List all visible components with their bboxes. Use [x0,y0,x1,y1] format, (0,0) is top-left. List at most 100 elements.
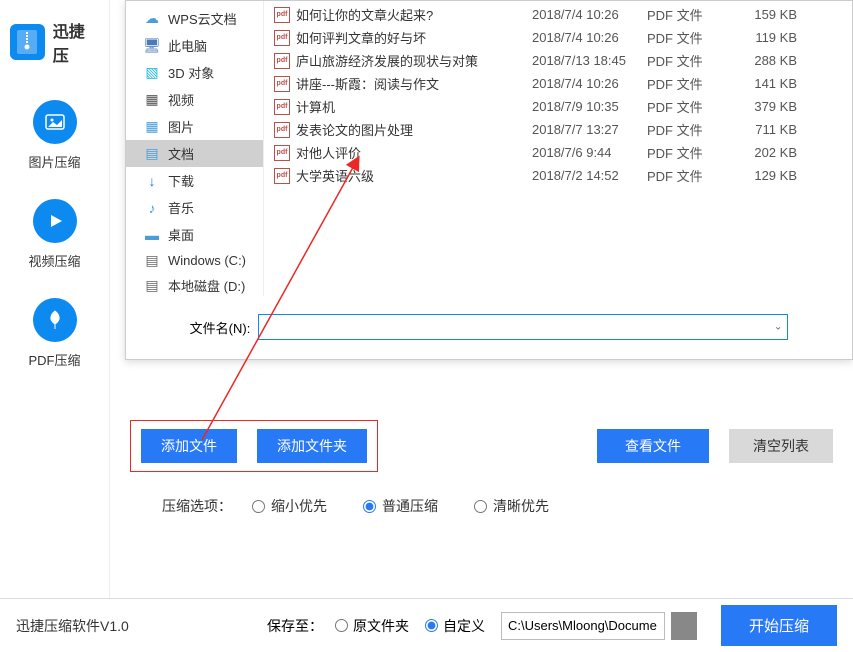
file-row[interactable]: pdf 如何让你的文章火起来?2018/7/4 10:26PDF 文件159 KB [264,3,852,26]
file-size: 129 KB [737,168,797,183]
version-text: 迅捷压缩软件V1.0 [16,616,129,636]
pdf-file-icon: pdf [274,7,290,23]
file-name: 如何让你的文章火起来? [296,5,532,24]
pdf-file-icon: pdf [274,122,290,138]
bottom-bar: 迅捷压缩软件V1.0 保存至： 原文件夹 自定义 开始压缩 [0,598,853,652]
pdf-file-icon: pdf [274,145,290,161]
file-date: 2018/7/4 10:26 [532,30,647,45]
file-size: 141 KB [737,76,797,91]
tree-label: 下载 [168,171,194,190]
file-type: PDF 文件 [647,51,737,70]
folder-icon: ▧ [144,65,160,81]
app-logo: 迅捷压 [0,10,109,86]
file-list[interactable]: pdf如何让你的文章火起来?2018/7/4 10:26PDF 文件159 KB… [264,1,852,296]
file-date: 2018/7/6 9:44 [532,145,647,160]
tree-item[interactable]: ▤Windows (C:) [126,248,263,272]
pdf-file-icon: pdf [274,99,290,115]
pdf-icon [33,298,77,342]
file-size: 288 KB [737,53,797,68]
sidebar-item-video-compress[interactable]: 视频压缩 [0,185,109,284]
file-name: 大学英语六级 [296,166,532,185]
file-size: 711 KB [737,122,797,137]
pdf-file-icon: pdf [274,30,290,46]
folder-icon: ▤ [144,278,160,294]
file-size: 379 KB [737,99,797,114]
file-type: PDF 文件 [647,97,737,116]
tree-item[interactable]: ▦ 视频 [126,86,263,113]
file-row[interactable]: pdf如何评判文章的好与坏2018/7/4 10:26PDF 文件119 KB [264,26,852,49]
logo-icon [10,24,45,60]
browse-folder-icon[interactable] [671,612,697,640]
file-type: PDF 文件 [647,74,737,93]
file-row[interactable]: pdf 发表论文的图片处理2018/7/7 13:27PDF 文件711 KB [264,118,852,141]
tree-item[interactable]: ↓下载 [126,167,263,194]
sidebar: 迅捷压 图片压缩 视频压缩 PDF压缩 [0,0,110,600]
tree-item[interactable]: ▬桌面 [126,221,263,248]
tree-item[interactable]: ♪ 音乐 [126,194,263,221]
file-date: 2018/7/4 10:26 [532,76,647,91]
file-date: 2018/7/7 13:27 [532,122,647,137]
folder-icon: ♪ [144,200,160,216]
file-name: 如何评判文章的好与坏 [296,28,532,47]
option-clear[interactable]: 清晰优先 [474,496,549,516]
pdf-file-icon: pdf [274,168,290,184]
view-file-button[interactable]: 查看文件 [597,429,709,463]
file-row[interactable]: pdf对他人评价2018/7/6 9:44PDF 文件202 KB [264,141,852,164]
folder-icon: ▤ [144,146,160,162]
file-name: 发表论文的图片处理 [296,120,532,139]
start-compress-button[interactable]: 开始压缩 [721,605,837,646]
file-date: 2018/7/9 10:35 [532,99,647,114]
file-type: PDF 文件 [647,120,737,139]
add-folder-button[interactable]: 添加文件夹 [257,429,367,463]
save-custom[interactable]: 自定义 [425,616,485,636]
folder-icon: ▬ [144,227,160,243]
tree-label: 视频 [168,90,194,109]
options-label: 压缩选项： [162,496,232,516]
tree-label: 文档 [168,144,194,163]
option-normal[interactable]: 普通压缩 [363,496,438,516]
file-row[interactable]: pdf讲座---斯霞：阅读与作文2018/7/4 10:26PDF 文件141 … [264,72,852,95]
file-type: PDF 文件 [647,28,737,47]
option-shrink[interactable]: 缩小优先 [252,496,327,516]
save-original[interactable]: 原文件夹 [335,616,409,636]
file-size: 202 KB [737,145,797,160]
tree-label: 音乐 [168,198,194,217]
tree-item[interactable]: ▦图片 [126,113,263,140]
file-type: PDF 文件 [647,5,737,24]
file-type: PDF 文件 [647,143,737,162]
tree-item[interactable]: ▧ 3D 对象 [126,59,263,86]
highlight-box: 添加文件 添加文件夹 [130,420,378,472]
tree-label: 此电脑 [168,36,207,55]
sidebar-item-image-compress[interactable]: 图片压缩 [0,86,109,185]
app-title: 迅捷压 [53,18,99,66]
file-type: PDF 文件 [647,166,737,185]
file-row[interactable]: pdf庐山旅游经济发展的现状与对策2018/7/13 18:45PDF 文件28… [264,49,852,72]
image-icon [33,100,77,144]
folder-icon: ▦ [144,92,160,108]
file-date: 2018/7/4 10:26 [532,7,647,22]
folder-tree[interactable]: ☁WPS云文档🖥此电脑 ▧ 3D 对象 ▦ 视频 ▦图片 ▤ 文档 ↓下载 ♪ 音乐 ▬桌面▤Wind… [126,1,264,296]
sidebar-item-pdf-compress[interactable]: PDF压缩 [0,284,109,383]
clear-list-button[interactable]: 清空列表 [729,429,833,463]
tree-item[interactable]: ☁WPS云文档 [126,5,263,32]
video-icon [33,199,77,243]
file-size: 159 KB [737,7,797,22]
path-input[interactable] [501,612,665,640]
compress-options: 压缩选项： 缩小优先 普通压缩 清晰优先 [130,496,833,516]
tree-label: 3D 对象 [168,63,214,82]
add-file-button[interactable]: 添加文件 [141,429,237,463]
tree-label: 本地磁盘 (D:) [168,276,245,295]
pdf-file-icon: pdf [274,53,290,69]
file-row[interactable]: pdf计算机2018/7/9 10:35PDF 文件379 KB [264,95,852,118]
folder-icon: ▤ [144,252,160,268]
folder-icon: ▦ [144,119,160,135]
file-date: 2018/7/2 14:52 [532,168,647,183]
tree-item[interactable]: 🖥此电脑 [126,32,263,59]
filename-input[interactable] [258,314,788,340]
tree-item[interactable]: ▤ 本地磁盘 (D:) [126,272,263,296]
folder-icon: ☁ [144,11,160,27]
pdf-file-icon: pdf [274,76,290,92]
file-row[interactable]: pdf 大学英语六级2018/7/2 14:52PDF 文件129 KB [264,164,852,187]
tree-item[interactable]: ▤ 文档 [126,140,263,167]
save-label: 保存至： [267,616,323,636]
